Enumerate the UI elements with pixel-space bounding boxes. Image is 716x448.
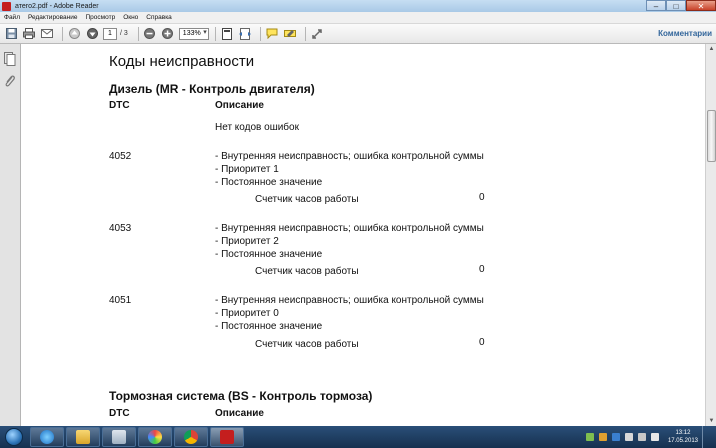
counter-label: Счетчик часов работы	[255, 194, 359, 205]
language-icon[interactable]	[611, 433, 620, 441]
counter-value: 0	[479, 192, 485, 203]
dtc-code: 4052	[109, 151, 132, 162]
dtc-code: 4053	[109, 223, 132, 234]
dtc-code: 4051	[109, 295, 132, 306]
prev-page-icon[interactable]	[67, 27, 81, 41]
adobe-reader-icon	[220, 430, 234, 444]
dtc-description-line: - Постоянное значение	[215, 321, 323, 332]
menu-help[interactable]: Справка	[146, 14, 172, 21]
calculator-icon	[112, 430, 126, 444]
section-heading-brakes: Тормозная система (BS - Контроль тормоза…	[109, 389, 373, 403]
taskbar-adobe-reader[interactable]	[210, 427, 244, 447]
toolbar-separator	[304, 26, 306, 41]
email-icon[interactable]	[40, 27, 54, 41]
menu-view[interactable]: Просмотр	[86, 14, 116, 21]
taskbar-calculator[interactable]	[102, 427, 136, 447]
clock-time: 13:12	[675, 430, 691, 436]
comment-icon[interactable]	[265, 27, 279, 41]
page-total: / 3	[120, 30, 128, 37]
zoom-select[interactable]: 133%	[178, 27, 209, 40]
window-title: атего2.pdf - Adobe Reader	[15, 2, 99, 10]
vertical-scrollbar[interactable]: ▲ ▼	[705, 44, 716, 426]
dtc-description-line: - Приоритет 2	[215, 236, 279, 247]
taskbar-paint[interactable]	[138, 427, 172, 447]
start-button[interactable]	[0, 426, 28, 448]
dtc-description-line: - Внутренняя неисправность; ошибка контр…	[215, 151, 484, 162]
scroll-down-icon[interactable]: ▼	[706, 416, 716, 426]
menu-file[interactable]: Файл	[4, 14, 20, 21]
toolbar-separator	[214, 26, 216, 41]
column-header-description: Описание	[215, 408, 264, 419]
counter-label: Счетчик часов работы	[255, 339, 359, 350]
clock[interactable]: 13:12 17.05.2013	[668, 429, 698, 445]
save-icon[interactable]	[4, 27, 18, 41]
taskbar-chrome[interactable]	[174, 427, 208, 447]
toolbar-separator	[259, 26, 261, 41]
dtc-description-line: - Внутренняя неисправность; ошибка контр…	[215, 295, 484, 306]
signal-icon[interactable]	[650, 433, 659, 441]
dtc-description-line: - Внутренняя неисправность; ошибка контр…	[215, 223, 484, 234]
highlight-icon[interactable]	[283, 27, 297, 41]
attachments-panel-icon[interactable]	[4, 74, 16, 88]
minimize-button[interactable]: –	[646, 0, 666, 11]
dtc-description-line: - Приоритет 1	[215, 164, 279, 175]
menu-window[interactable]: Окно	[123, 14, 138, 21]
clock-date: 17.05.2013	[667, 438, 698, 444]
next-page-icon[interactable]	[85, 27, 99, 41]
maximize-button[interactable]: □	[666, 0, 686, 11]
section-heading-engine: Дизель (MR - Контроль двигателя)	[109, 82, 315, 96]
taskbar-internet-explorer[interactable]	[30, 427, 64, 447]
counter-value: 0	[479, 264, 485, 275]
toolbar-separator	[62, 26, 63, 41]
adobe-reader-icon	[2, 1, 11, 11]
fit-width-icon[interactable]	[238, 27, 252, 41]
print-icon[interactable]	[22, 27, 36, 41]
toolbar-separator	[137, 26, 139, 41]
scroll-up-icon[interactable]: ▲	[706, 44, 716, 54]
network-icon[interactable]	[585, 433, 594, 441]
navigation-pane	[0, 44, 21, 426]
chrome-icon	[184, 430, 198, 444]
menu-bar: Файл Редактирование Просмотр Окно Справк…	[0, 12, 716, 24]
menu-edit[interactable]: Редактирование	[28, 14, 78, 21]
counter-value: 0	[479, 337, 485, 348]
flag-icon[interactable]	[624, 433, 633, 441]
title-bar: атего2.pdf - Adobe Reader – □ ✕	[0, 0, 716, 12]
no-codes-text: Нет кодов ошибок	[215, 122, 299, 133]
scrollbar-thumb[interactable]	[707, 110, 716, 162]
pdf-page: Коды неисправности Дизель (MR - Контроль…	[22, 44, 705, 426]
column-header-dtc: DTC	[109, 100, 130, 111]
counter-label: Счетчик часов работы	[255, 266, 359, 277]
column-header-description: Описание	[215, 100, 264, 111]
dtc-description-line: - Постоянное значение	[215, 177, 323, 188]
tools-icon[interactable]	[310, 27, 324, 41]
page-number-input[interactable]: 1	[103, 27, 117, 40]
system-tray: 13:12 17.05.2013	[585, 426, 716, 448]
show-desktop-button[interactable]	[702, 426, 710, 448]
volume-icon[interactable]	[637, 433, 646, 441]
pages-panel-icon[interactable]	[4, 52, 16, 66]
paint-icon	[148, 430, 162, 444]
document-viewer[interactable]: Коды неисправности Дизель (MR - Контроль…	[22, 44, 705, 426]
fit-page-icon[interactable]	[220, 27, 234, 41]
antivirus-icon[interactable]	[598, 433, 607, 441]
windows-logo-icon	[5, 428, 23, 446]
comments-link[interactable]: Комментарии	[658, 29, 712, 38]
internet-explorer-icon	[40, 430, 54, 444]
taskbar-explorer[interactable]	[66, 427, 100, 447]
folder-icon	[76, 430, 90, 444]
document-title: Коды неисправности	[109, 53, 255, 70]
zoom-in-icon[interactable]	[161, 27, 175, 41]
column-header-dtc: DTC	[109, 408, 130, 419]
dtc-description-line: - Постоянное значение	[215, 249, 323, 260]
window-controls: – □ ✕	[646, 0, 716, 12]
dtc-description-line: - Приоритет 0	[215, 308, 279, 319]
zoom-out-icon[interactable]	[143, 27, 157, 41]
taskbar: 13:12 17.05.2013	[0, 426, 716, 448]
toolbar: 1 / 3 133% Комментарии	[0, 24, 716, 44]
close-button[interactable]: ✕	[686, 0, 716, 11]
